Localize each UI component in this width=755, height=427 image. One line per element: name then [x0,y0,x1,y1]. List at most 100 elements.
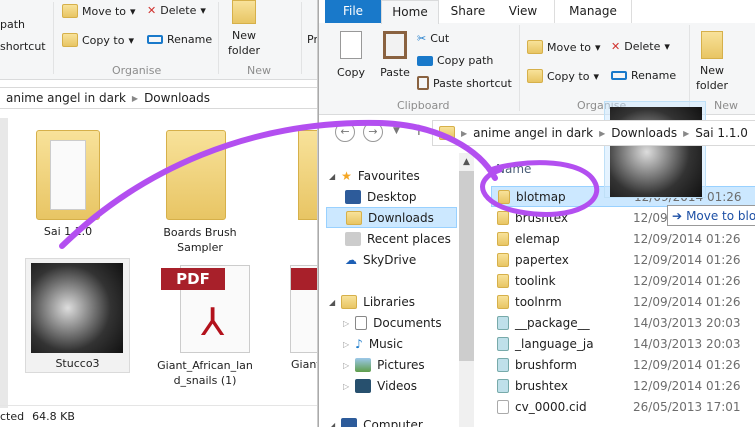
tab-home[interactable]: Home [381,0,439,24]
nav-scrollbar[interactable]: ▲ [459,153,474,427]
rename-icon [147,35,163,44]
label: Computer [363,418,423,427]
item-label[interactable]: Giant_African_land_snails (1) [155,358,255,388]
divider [53,2,54,74]
nav-videos[interactable]: ▷ Videos [319,376,459,396]
breadcrumb-item[interactable]: anime angel in dark [473,126,593,140]
label: Desktop [367,190,417,204]
nav-downloads-selected[interactable]: Downloads [326,207,457,228]
file-date: 12/09/2014 01:26 [633,378,741,393]
copy-path-button[interactable]: path [0,18,25,31]
tab-share[interactable]: Share [439,0,497,23]
copy-to-icon [62,33,78,47]
file-date: 12/09/2014 01:26 [633,252,741,267]
text-file-icon [497,357,509,372]
tab-file[interactable]: File [325,0,381,23]
copy-path-button[interactable]: Copy path [417,54,493,67]
file-row[interactable]: toolink 12/09/2014 01:26 [491,270,755,291]
folder-icon [497,231,509,246]
recent-locations-dropdown[interactable]: ▼ [393,126,400,136]
move-to-button[interactable]: Move to ▾ [62,4,136,18]
paste-shortcut-button[interactable]: Paste shortcut [417,76,512,90]
file-row[interactable]: papertex 12/09/2014 01:26 [491,249,755,270]
breadcrumb-item[interactable]: Downloads [144,91,210,105]
paste-icon [383,31,407,59]
new-folder-button[interactable]: New folder [693,31,731,93]
nav-computer[interactable]: ◢ Computer [319,415,459,427]
file-date: 26/05/2013 17:01 [633,399,741,414]
copy-to-button[interactable]: Copy to ▾ [527,69,599,83]
right-explorer-window: File Home Share View Manage Copy Paste ✂… [318,0,755,427]
paste-shortcut-button[interactable]: shortcut [0,40,46,53]
file-row[interactable]: __package__ 14/03/2013 20:03 [491,312,755,333]
tab-view[interactable]: View [497,0,549,23]
breadcrumb-item[interactable]: Downloads [611,126,677,140]
folder-icon [166,130,226,220]
scrollbar[interactable] [0,118,8,408]
file-date: 12/09/2014 01:26 [633,273,741,288]
rename-button[interactable]: Rename [147,33,212,46]
breadcrumb-item[interactable]: anime angel in dark [6,91,126,105]
properties-button[interactable]: Pr [307,33,317,46]
item-label: Stucco3 [55,357,100,370]
folder-icon [232,0,256,24]
folder-icon [701,31,723,59]
file-row[interactable]: toolnrm 12/09/2014 01:26 [491,291,755,312]
new-folder-button[interactable]: New folder [226,0,262,58]
item-label[interactable]: Sai 1.1.0 [20,225,116,238]
file-row[interactable]: elemap 12/09/2014 01:26 [491,228,755,249]
image-thumbnail [31,263,123,353]
label: Downloads [368,210,434,225]
delete-button[interactable]: ✕ Delete ▾ [147,4,206,17]
chevron-down-icon: ▾ [595,40,601,54]
label: Cut [430,32,450,45]
move-to-button[interactable]: Move to ▾ [527,40,601,54]
computer-icon [341,418,358,427]
copy-to-button[interactable]: Copy to ▾ [62,33,134,47]
nav-favourites[interactable]: ◢ ★ Favourites [319,166,459,186]
file-name: brushtex [515,210,568,225]
paste-button[interactable]: Paste [375,31,415,80]
delete-x-icon: ✕ [611,40,621,53]
file-row[interactable]: brushform 12/09/2014 01:26 [491,354,755,375]
nav-desktop[interactable]: Desktop [319,187,459,207]
address-bar[interactable]: anime angel in dark ▶ Downloads [0,87,317,109]
delete-button[interactable]: ✕ Delete ▾ [611,40,670,53]
group-label-new: New [247,64,271,77]
label: Rename [631,69,677,82]
cut-button[interactable]: ✂ Cut [417,32,449,45]
item-label[interactable]: Giant [291,358,317,371]
delete-x-icon: ✕ [147,4,157,17]
label: Paste shortcut [433,76,512,90]
address-bar[interactable]: ▶ anime angel in dark ▶ Downloads ▶ Sai 1.… [432,120,755,146]
folder-icon [497,210,509,225]
chevron-right-icon: ▶ [599,128,606,138]
item-label[interactable]: Boards Brush Sampler [150,225,250,255]
nav-libraries[interactable]: ◢ Libraries [319,292,459,312]
copy-path-icon [417,55,433,66]
file-name: _language_ja [515,336,594,351]
tab-manage[interactable]: Manage [554,0,632,23]
file-row[interactable]: brushtex 12/09/2014 01:26 [491,375,755,396]
forward-button[interactable]: → [363,122,383,142]
copy-icon [340,31,362,59]
copy-button[interactable]: Copy [331,31,371,80]
label: Copy to [82,33,125,47]
folder-icon [439,126,455,140]
up-button[interactable]: ↑ [413,123,425,139]
rename-button[interactable]: Rename [611,69,676,82]
nav-skydrive[interactable]: ☁ SkyDrive [319,250,459,270]
file-row[interactable]: cv_0000.cid 26/05/2013 17:01 [491,396,755,417]
column-header-name[interactable]: Name [496,162,531,176]
nav-music[interactable]: ▷ ♪ Music [319,334,459,354]
folder-icon [497,252,509,267]
label: Pictures [377,358,425,372]
nav-recent-places[interactable]: Recent places [319,229,459,249]
back-button[interactable]: ← [335,122,355,142]
music-icon: ♪ [355,337,363,351]
file-row[interactable]: _language_ja 14/03/2013 20:03 [491,333,755,354]
nav-pictures[interactable]: ▷ Pictures [319,355,459,375]
nav-documents[interactable]: ▷ Documents [319,313,459,333]
breadcrumb-item[interactable]: Sai 1.1.0 [695,126,748,140]
item-stucco3-selected[interactable]: Stucco3 [25,258,130,373]
